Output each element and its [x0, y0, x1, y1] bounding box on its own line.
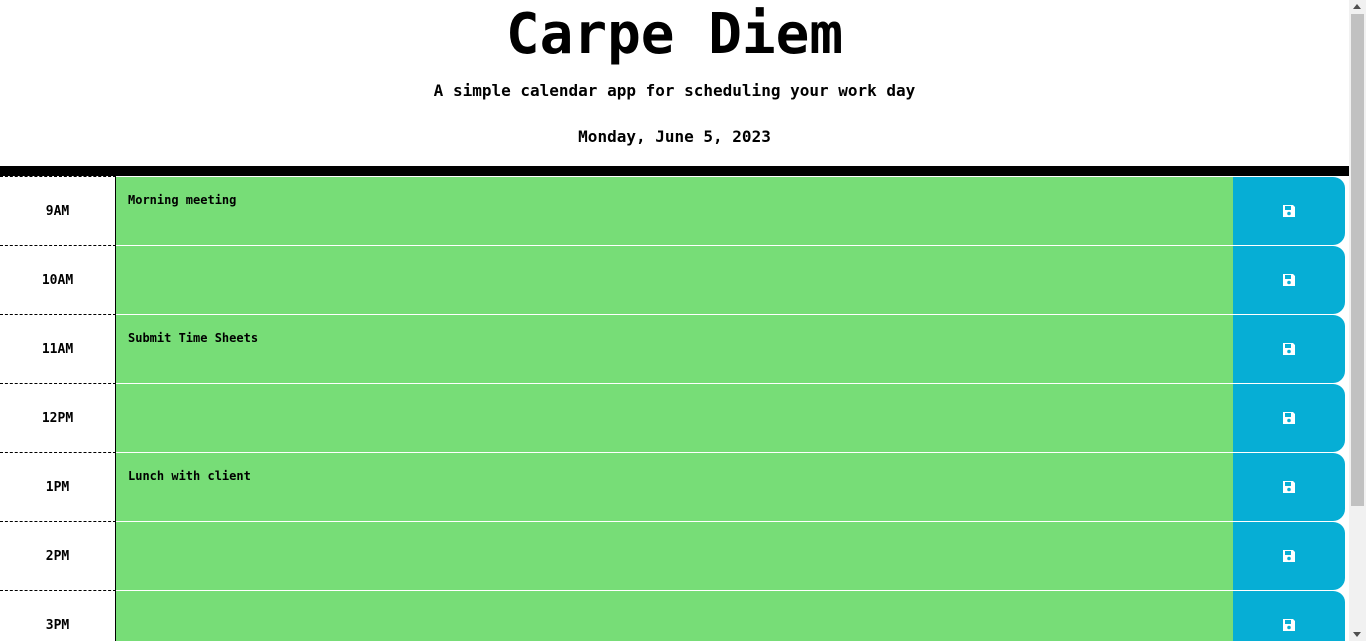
hour-label: 1PM	[0, 452, 116, 521]
time-block-list: 9AM Morning meeting 10AM 11AM Submit Tim…	[0, 176, 1349, 641]
scroll-up-arrow-icon[interactable]	[1353, 4, 1361, 9]
scrollbar-thumb[interactable]	[1351, 14, 1364, 506]
time-block: 1PM Lunch with client	[0, 452, 1349, 521]
page-title: Carpe Diem	[505, 2, 844, 67]
hour-label: 3PM	[0, 590, 116, 641]
page: Carpe Diem A simple calendar app for sch…	[0, 0, 1349, 641]
save-button[interactable]	[1233, 452, 1345, 521]
floppy-disk-icon	[1283, 550, 1295, 562]
time-block: 12PM	[0, 383, 1349, 452]
header: Carpe Diem A simple calendar app for sch…	[0, 0, 1349, 176]
time-block: 11AM Submit Time Sheets	[0, 314, 1349, 383]
event-description-input[interactable]: Morning meeting	[116, 176, 1233, 245]
hour-label: 10AM	[0, 245, 116, 314]
event-description-input[interactable]: Submit Time Sheets	[116, 314, 1233, 383]
save-button[interactable]	[1233, 521, 1345, 590]
event-description-input[interactable]	[116, 383, 1233, 452]
event-description-input[interactable]	[116, 590, 1233, 641]
save-button[interactable]	[1233, 383, 1345, 452]
event-description-input[interactable]	[116, 245, 1233, 314]
save-button[interactable]	[1233, 590, 1345, 641]
floppy-disk-icon	[1283, 619, 1295, 631]
current-day: Monday, June 5, 2023	[578, 127, 771, 146]
event-description-input[interactable]: Lunch with client	[116, 452, 1233, 521]
floppy-disk-icon	[1283, 412, 1295, 424]
hour-label: 12PM	[0, 383, 116, 452]
save-button[interactable]	[1233, 314, 1345, 383]
hour-label: 11AM	[0, 314, 116, 383]
time-block: 3PM	[0, 590, 1349, 641]
time-block: 10AM	[0, 245, 1349, 314]
page-subtitle: A simple calendar app for scheduling you…	[433, 81, 916, 100]
time-block: 9AM Morning meeting	[0, 176, 1349, 245]
vertical-scrollbar[interactable]	[1349, 0, 1366, 641]
floppy-disk-icon	[1283, 481, 1295, 493]
save-button[interactable]	[1233, 176, 1345, 245]
floppy-disk-icon	[1283, 343, 1295, 355]
floppy-disk-icon	[1283, 205, 1295, 217]
time-block: 2PM	[0, 521, 1349, 590]
hour-label: 9AM	[0, 176, 116, 245]
hour-label: 2PM	[0, 521, 116, 590]
event-description-input[interactable]	[116, 521, 1233, 590]
save-button[interactable]	[1233, 245, 1345, 314]
scroll-down-arrow-icon[interactable]	[1353, 632, 1361, 637]
floppy-disk-icon	[1283, 274, 1295, 286]
